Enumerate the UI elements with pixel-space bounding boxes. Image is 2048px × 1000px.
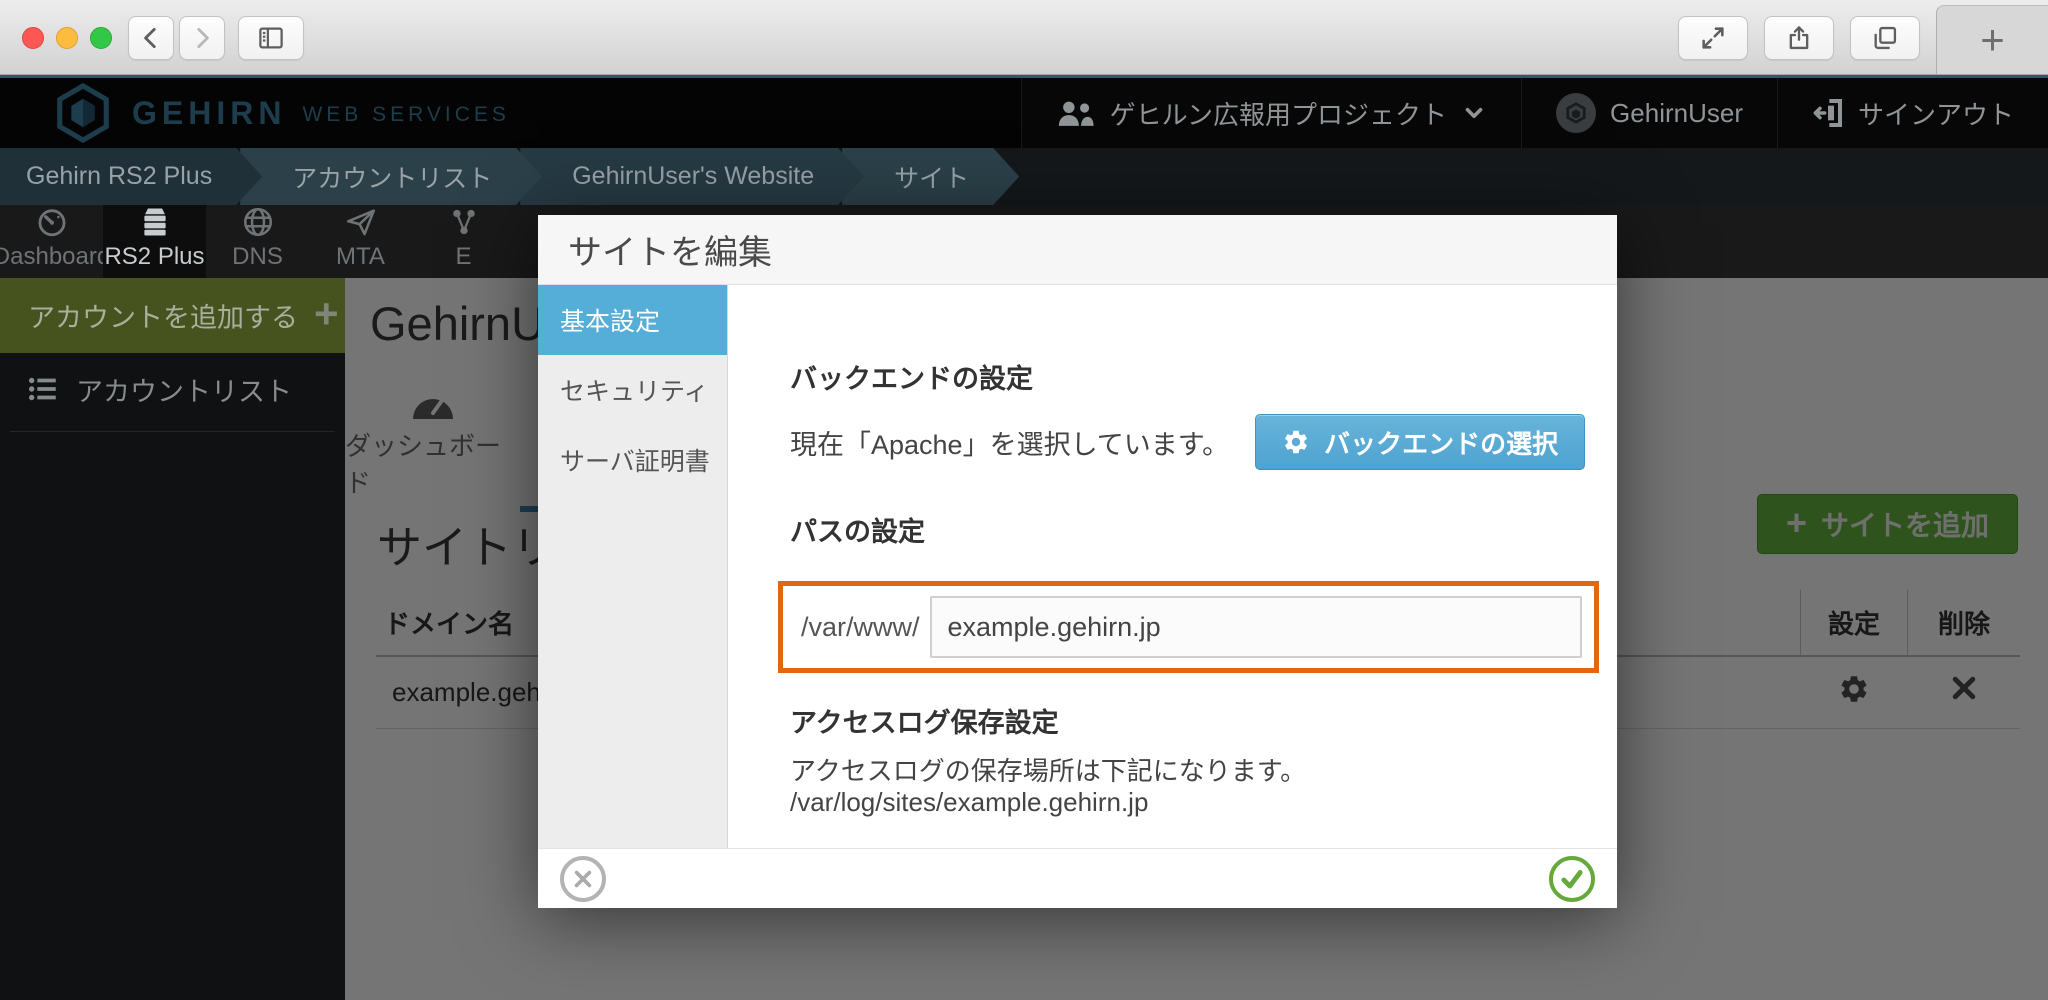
account-list-item[interactable]: アカウントリスト [0, 353, 345, 425]
back-button[interactable] [128, 16, 174, 60]
accesslog-heading: アクセスログ保存設定 [790, 701, 1599, 740]
tabs-icon [1871, 24, 1899, 52]
nav-item-mta[interactable]: MTA [309, 205, 412, 278]
nav-label: E [455, 243, 471, 271]
list-icon [26, 372, 60, 406]
path-prefix: /var/www/ [795, 612, 930, 643]
backend-heading: バックエンドの設定 [790, 357, 1599, 396]
modal-tab-certificate[interactable]: サーバ証明書 [538, 425, 727, 495]
avatar-hexagon-icon [1565, 102, 1587, 124]
nav-item-dns[interactable]: DNS [206, 205, 309, 278]
confirm-button[interactable] [1549, 856, 1595, 902]
username: GehirnUser [1610, 98, 1743, 129]
window-controls [22, 27, 112, 49]
gear-icon [1282, 428, 1310, 456]
sidebar-toggle-button[interactable] [238, 16, 304, 60]
chevron-left-icon [138, 25, 164, 51]
modal-footer [538, 848, 1617, 908]
app-header: GEHIRN WEB SERVICES ゲヒルン広報用プロジェクト Gehirn… [0, 75, 2048, 148]
nav-label: Dashboard [0, 243, 110, 271]
nav-label: RS2 Plus [104, 243, 204, 271]
people-icon [1056, 96, 1096, 130]
paper-plane-icon [340, 205, 382, 239]
breadcrumb-item-rs2plus[interactable]: Gehirn RS2 Plus [0, 148, 262, 205]
modal-tab-list: 基本設定 セキュリティ サーバ証明書 [538, 285, 728, 848]
x-icon [572, 868, 594, 890]
fullscreen-button[interactable] [1678, 16, 1748, 60]
breadcrumb-item-accountlist[interactable]: アカウントリスト [240, 148, 542, 205]
edit-site-modal: サイトを編集 基本設定 セキュリティ サーバ証明書 バックエンドの設定 現在「A… [538, 215, 1617, 908]
gehirn-logo[interactable]: GEHIRN WEB SERVICES [52, 82, 510, 144]
nav-label: DNS [232, 243, 283, 271]
sidebar-divider [10, 431, 335, 432]
brand-name: GEHIRN [132, 95, 286, 132]
user-menu[interactable]: GehirnUser [1521, 78, 1777, 148]
cancel-button[interactable] [560, 856, 606, 902]
project-selector[interactable]: ゲヒルン広報用プロジェクト [1021, 78, 1521, 148]
path-input[interactable] [930, 596, 1582, 658]
brand-suffix: WEB SERVICES [302, 103, 510, 127]
accesslog-path: /var/log/sites/example.gehirn.jp [790, 787, 1599, 818]
path-setting-box: /var/www/ [778, 581, 1599, 673]
modal-content: バックエンドの設定 現在「Apache」を選択しています。 バックエンドの選択 … [728, 285, 1617, 848]
select-backend-button[interactable]: バックエンドの選択 [1255, 414, 1585, 470]
account-list-label: アカウントリスト [76, 370, 292, 409]
breadcrumb-item-website[interactable]: GehirnUser's Website [520, 148, 864, 205]
signout-button[interactable]: サインアウト [1777, 78, 2048, 148]
nav-label: MTA [336, 243, 385, 271]
minimize-window-button[interactable] [56, 27, 78, 49]
breadcrumb-item-site[interactable]: サイト [842, 148, 1019, 205]
browser-titlebar: + [0, 0, 2048, 75]
breadcrumb: Gehirn RS2 Plus アカウントリスト GehirnUser's We… [0, 148, 2048, 205]
zoom-window-button[interactable] [90, 27, 112, 49]
sidebar-icon [256, 23, 286, 53]
check-icon [1559, 866, 1585, 892]
nodes-icon [443, 205, 485, 239]
add-account-label: アカウントを追加する [28, 296, 298, 335]
forward-button[interactable] [179, 16, 225, 60]
add-account-button[interactable]: アカウントを追加する + [0, 278, 345, 353]
signout-icon [1812, 97, 1844, 129]
signout-label: サインアウト [1858, 95, 2014, 132]
share-button[interactable] [1764, 16, 1834, 60]
globe-icon [237, 205, 279, 239]
server-stack-icon [134, 205, 176, 239]
account-sidebar: アカウントを追加する + アカウントリスト [0, 278, 345, 1000]
screen: + GEHIRN WEB SERVICES ゲヒルン広報用プロジェクト Gehi… [0, 0, 2048, 1000]
chevron-down-icon [1461, 100, 1487, 126]
project-name: ゲヒルン広報用プロジェクト [1110, 95, 1447, 132]
accesslog-description: アクセスログの保存場所は下記になります。 [790, 756, 1599, 787]
share-icon [1785, 24, 1813, 52]
avatar [1556, 93, 1596, 133]
new-tab-button[interactable]: + [1936, 5, 2048, 74]
modal-tab-basic[interactable]: 基本設定 [538, 285, 727, 355]
modal-tab-security[interactable]: セキュリティ [538, 355, 727, 425]
modal-title: サイトを編集 [538, 215, 1617, 285]
hexagon-logo-icon [52, 82, 114, 144]
chevron-right-icon [189, 25, 215, 51]
close-window-button[interactable] [22, 27, 44, 49]
select-backend-label: バックエンドの選択 [1324, 424, 1558, 461]
nav-item-dashboard[interactable]: Dashboard [0, 205, 103, 278]
nav-item-e[interactable]: E [412, 205, 515, 278]
tab-overview-button[interactable] [1850, 16, 1920, 60]
path-heading: パスの設定 [790, 510, 1599, 549]
fullscreen-icon [1699, 24, 1727, 52]
nav-item-rs2plus[interactable]: RS2 Plus [103, 205, 206, 278]
backend-current-text: 現在「Apache」を選択しています。 [790, 423, 1229, 462]
gauge-icon [31, 205, 73, 239]
